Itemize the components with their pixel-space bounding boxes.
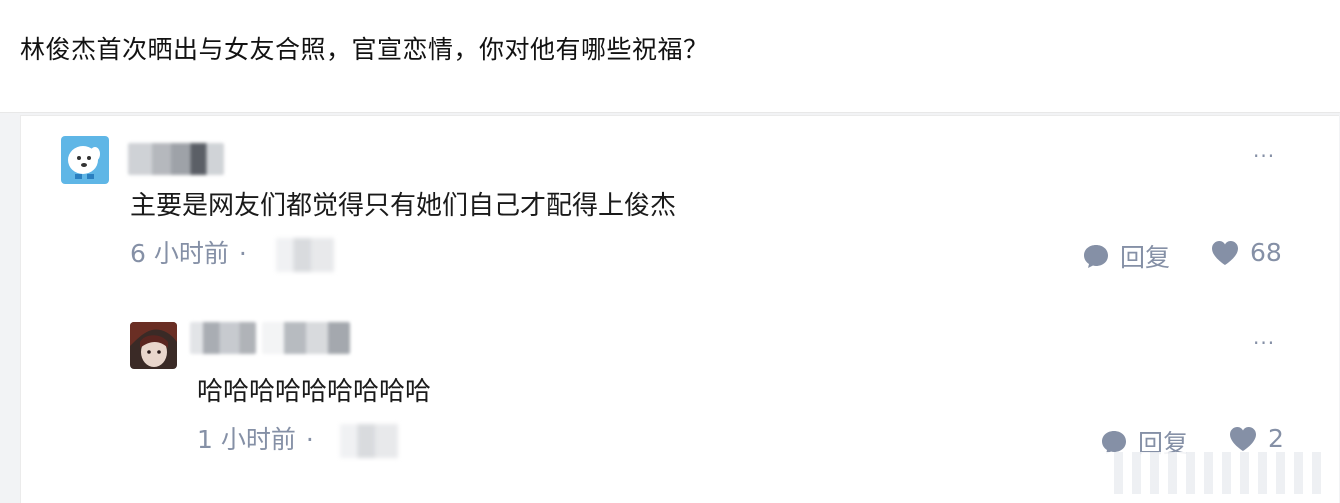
anime-avatar-icon[interactable]	[130, 322, 177, 369]
meta-separator: ·	[305, 425, 314, 454]
like-count: 68	[1250, 238, 1282, 267]
ip-location-redacted	[276, 238, 334, 272]
watermark-overlay	[1105, 452, 1330, 494]
reply-label: 回复	[1120, 243, 1171, 272]
more-options-icon[interactable]: ···	[1253, 146, 1275, 166]
question-header: 林俊杰首次晒出与女友合照，官宣恋情，你对他有哪些祝福？	[0, 0, 1340, 113]
comment-time: 6 小时前	[130, 239, 229, 268]
like-button[interactable]: 2	[1228, 424, 1284, 453]
comment-meta: 1 小时前 ·	[197, 424, 324, 456]
like-button[interactable]: 68	[1210, 238, 1282, 267]
reply-target-redacted[interactable]	[262, 322, 350, 354]
heart-icon	[1212, 240, 1238, 265]
comment-content: 哈哈哈哈哈哈哈哈哈	[197, 377, 432, 407]
question-title[interactable]: 林俊杰首次晒出与女友合照，官宣恋情，你对他有哪些祝福？	[20, 30, 709, 70]
like-count: 2	[1268, 424, 1284, 453]
author-name-redacted[interactable]	[190, 322, 256, 354]
heart-icon	[1230, 426, 1256, 451]
author-name-redacted[interactable]	[128, 143, 224, 175]
comment-time: 1 小时前	[197, 425, 296, 454]
comment-content: 主要是网友们都觉得只有她们自己才配得上俊杰	[130, 191, 677, 221]
reply-button[interactable]: 回复	[1082, 238, 1170, 274]
comment-meta: 6 小时前 ·	[130, 238, 257, 270]
dog-avatar-icon[interactable]	[61, 136, 109, 184]
more-options-icon[interactable]: ···	[1253, 333, 1275, 353]
ip-location-redacted	[340, 424, 398, 458]
comment-bubble-icon	[1084, 245, 1108, 268]
meta-separator: ·	[238, 239, 247, 268]
